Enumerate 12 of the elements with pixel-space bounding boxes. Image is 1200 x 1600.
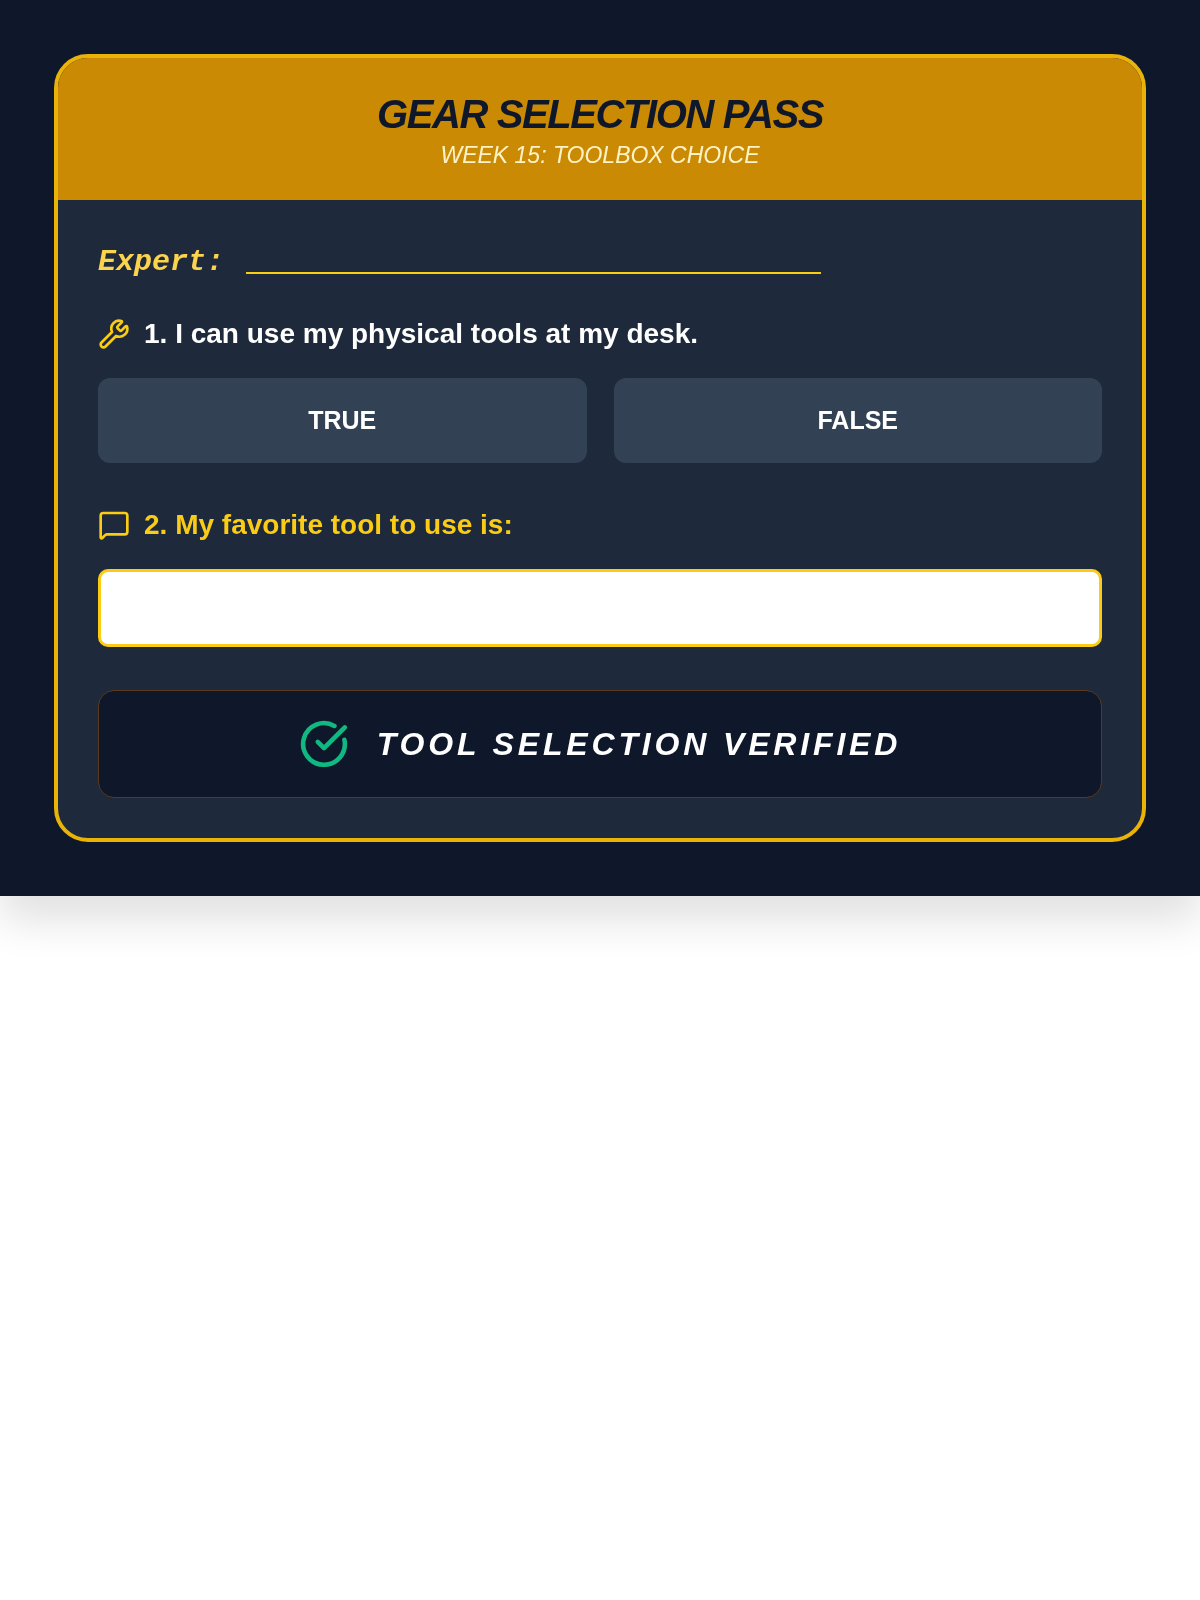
answer-button[interactable]: TRUE [98,378,587,463]
expert-label: Expert: [98,244,225,280]
fill-in-line[interactable] [246,272,822,274]
wrench-icon [98,318,130,350]
pass-title: GEAR SELECTION PASS [376,91,824,137]
pass-subtitle: WEEK 15: TOOLBOX CHOICE [440,141,760,169]
speech-bubble-icon [98,509,130,541]
status-text: TOOL SELECTION VERIFIED [376,725,902,763]
answer-field[interactable] [98,569,1102,647]
answer-button[interactable]: FALSE [613,378,1102,463]
question-text: 2. My favorite tool to use is: [144,508,513,542]
question-text: 1. I can use my physical tools at my desk. [144,317,698,351]
